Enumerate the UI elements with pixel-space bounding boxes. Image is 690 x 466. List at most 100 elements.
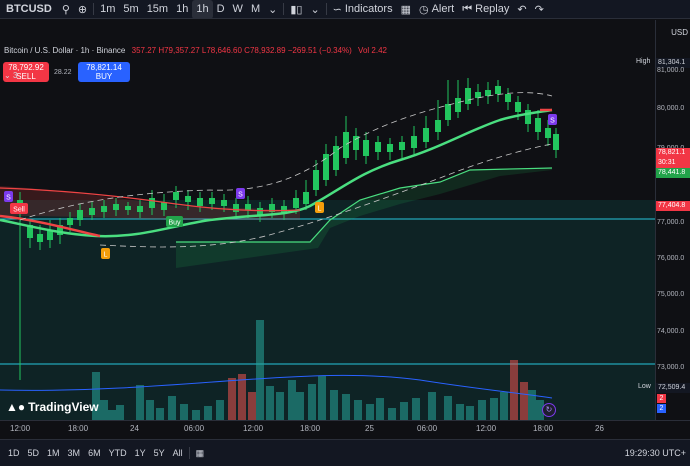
- volume-bar: [444, 396, 452, 420]
- candle-body: [485, 90, 491, 96]
- volume-bar: [204, 406, 212, 420]
- interval-1m[interactable]: 1m: [96, 0, 119, 19]
- price-tick: 74,000.0: [657, 328, 685, 335]
- sell-signal-label: Sell: [13, 207, 25, 214]
- candle-body: [515, 102, 521, 112]
- current-price: 78,821.1: [658, 149, 686, 156]
- legend-volume: Vol 2.42: [358, 46, 387, 55]
- candle-body: [173, 192, 179, 200]
- clock-timezone[interactable]: 19:29:30 UTC+: [621, 448, 690, 458]
- candle-body: [185, 196, 191, 202]
- volume-bar: [238, 374, 246, 420]
- range-3m[interactable]: 3M: [64, 448, 85, 458]
- range-5d[interactable]: 5D: [24, 448, 44, 458]
- volume-bar: [116, 405, 124, 420]
- undo-icon[interactable]: ↶: [513, 0, 530, 19]
- volume-bar: [478, 400, 486, 420]
- candle-body: [553, 134, 559, 150]
- alert-clock-icon: ◷: [418, 3, 429, 16]
- time-label: 12:00: [10, 424, 31, 433]
- tradingview-logo: ▲● TradingView: [6, 400, 99, 414]
- compare-add-icon[interactable]: ⊕: [74, 0, 91, 19]
- buy-signal-label: Buy: [168, 220, 181, 227]
- divider: [283, 3, 285, 15]
- volume-bar: [216, 400, 224, 420]
- volume-bar: [146, 400, 154, 420]
- price-tick: 75,000.0: [657, 291, 685, 298]
- range-5y[interactable]: 5Y: [150, 448, 169, 458]
- redo-icon[interactable]: ↷: [531, 0, 548, 19]
- interval-5m[interactable]: 5m: [119, 0, 142, 19]
- interval-1h-selected[interactable]: 1h: [192, 0, 213, 19]
- candle-body: [435, 120, 441, 132]
- volume-bar: [400, 402, 408, 420]
- candle-body: [423, 128, 429, 142]
- candle-body: [101, 206, 107, 212]
- volume-bar: [342, 394, 350, 420]
- candle-body: [535, 118, 541, 132]
- range-1m[interactable]: 1M: [43, 448, 64, 458]
- chevron-down-icon: ⌄: [4, 71, 11, 80]
- candle-body: [375, 142, 381, 152]
- range-6m[interactable]: 6M: [84, 448, 105, 458]
- interval-dropdown-chevron-icon[interactable]: ⌄: [264, 0, 281, 19]
- candle-body: [89, 208, 95, 215]
- volume-bar: [228, 378, 236, 420]
- date-range-calendar-icon[interactable]: ▦: [192, 448, 209, 459]
- buy-button[interactable]: 78,821.14 BUY: [78, 62, 130, 82]
- time-axis[interactable]: 12:00 18:00 24 06:00 12:00 18:00 25 06:0…: [0, 420, 690, 438]
- candle-body: [525, 110, 531, 124]
- range-1d[interactable]: 1D: [4, 448, 24, 458]
- interval-15m[interactable]: 15m: [143, 0, 172, 19]
- candle-body: [125, 206, 131, 210]
- range-ytd[interactable]: YTD: [105, 448, 131, 458]
- chart-type-chevron-icon[interactable]: ⌄: [306, 0, 323, 19]
- symbol-search-icon[interactable]: ⚲: [58, 0, 74, 19]
- collapsed-indicator-count: 3: [12, 71, 18, 80]
- candle-body: [37, 234, 43, 242]
- range-1y[interactable]: 1Y: [131, 448, 150, 458]
- price-tick: 76,000.0: [657, 255, 685, 262]
- layout-grid-icon[interactable]: ▦: [397, 0, 415, 19]
- volume-bar: [180, 404, 188, 420]
- volume-bar: [456, 404, 464, 420]
- price-tick: 80,000.0: [657, 105, 685, 112]
- time-label: 18:00: [68, 424, 89, 433]
- volume-bar: [388, 408, 396, 420]
- interval-m[interactable]: M: [247, 0, 264, 19]
- candle-body: [233, 204, 239, 212]
- candle-body: [465, 88, 471, 104]
- time-label: 06:00: [184, 424, 205, 433]
- candle-body: [245, 204, 251, 210]
- low-count-badge: 2: [657, 404, 666, 413]
- volume-bar: [168, 396, 176, 420]
- alert-label: Alert: [431, 3, 455, 15]
- volume-bar: [108, 410, 116, 420]
- l-marker: L: [318, 206, 322, 213]
- volume-bar: [354, 400, 362, 420]
- currency-label[interactable]: USD: [671, 28, 688, 37]
- candle-body: [505, 94, 511, 102]
- bottom-toolbar: 1D 5D 1M 3M 6M YTD 1Y 5Y All ▦ 19:29:30 …: [0, 439, 690, 466]
- divider: [188, 447, 190, 459]
- candle-body: [545, 128, 551, 138]
- indicators-collapse-toggle[interactable]: ⌄ 3: [4, 71, 17, 80]
- alert-button[interactable]: ◷ Alert: [415, 0, 458, 19]
- candle-body: [313, 170, 319, 190]
- volume-bar: [288, 380, 296, 420]
- candle-body: [387, 144, 393, 152]
- indicators-button[interactable]: ∽ Indicators: [329, 0, 397, 19]
- symbol-search[interactable]: BTCUSD: [0, 0, 58, 19]
- chart-pane[interactable]: Sell Buy S S S L L Bitcoin / U.S. Dollar · 1h …: [0, 20, 655, 420]
- low-price-tag: 72,509.4: [656, 383, 690, 393]
- interval-d[interactable]: D: [213, 0, 229, 19]
- chart-type-candles-icon[interactable]: ▮▯: [286, 0, 306, 19]
- replay-button[interactable]: ⏮ Replay: [458, 0, 513, 19]
- go-to-latest-icon[interactable]: ↻: [542, 403, 556, 417]
- price-tick: 81,000.0: [657, 67, 685, 74]
- interval-1h[interactable]: 1h: [172, 0, 192, 19]
- interval-w[interactable]: W: [229, 0, 247, 19]
- range-all[interactable]: All: [169, 448, 187, 458]
- buy-label: BUY: [95, 72, 113, 81]
- supertrend-price-tag: 78,441.8: [656, 168, 690, 178]
